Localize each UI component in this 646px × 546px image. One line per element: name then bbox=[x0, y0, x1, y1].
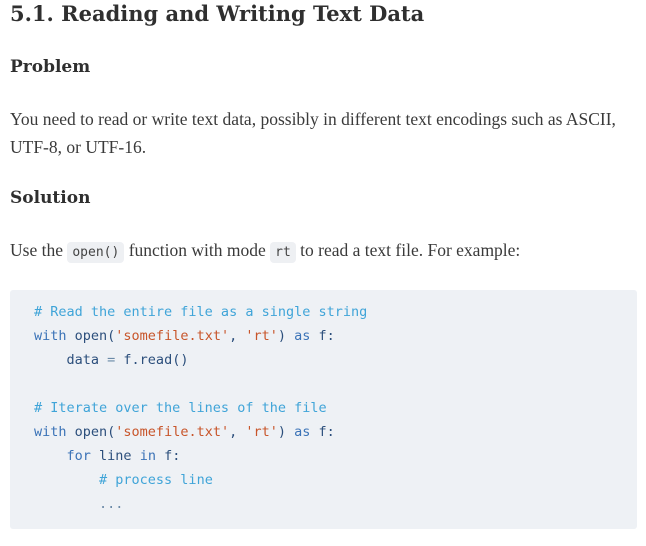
problem-heading: Problem bbox=[10, 57, 91, 77]
inline-code-open: open() bbox=[67, 242, 125, 263]
code-line: # Read the entire file as a single strin… bbox=[34, 300, 637, 324]
code-text: open( bbox=[66, 424, 116, 440]
code-text: f: bbox=[310, 328, 335, 344]
code-text: ) bbox=[277, 424, 295, 440]
problem-paragraph: You need to read or write text data, pos… bbox=[10, 109, 616, 157]
inline-code-mode: rt bbox=[270, 242, 296, 263]
code-keyword: as bbox=[294, 424, 311, 440]
code-text: f: bbox=[310, 424, 335, 440]
code-string: 'rt' bbox=[245, 328, 278, 344]
code-comment: # process line bbox=[99, 472, 213, 488]
code-line: # process line bbox=[34, 468, 637, 492]
code-keyword: with bbox=[34, 328, 67, 344]
code-line: with open('somefile.txt', 'rt') as f: bbox=[34, 420, 637, 444]
code-line: for line in f: bbox=[34, 444, 637, 468]
code-ellipsis: ... bbox=[99, 496, 124, 512]
page-title: 5.1. Reading and Writing Text Data bbox=[10, 1, 425, 26]
code-text: data bbox=[66, 352, 108, 368]
solution-paragraph: Use the open() function with mode rt to … bbox=[10, 236, 630, 267]
solution-text-after: to read a text file. For example: bbox=[295, 240, 521, 260]
code-comment: # Iterate over the lines of the file bbox=[34, 400, 327, 416]
code-text: line bbox=[90, 448, 140, 464]
code-text: f: bbox=[155, 448, 181, 464]
code-string: 'somefile.txt' bbox=[115, 424, 230, 440]
solution-heading: Solution bbox=[10, 188, 91, 208]
code-string: 'rt' bbox=[245, 424, 278, 440]
solution-text-middle: function with mode bbox=[124, 240, 271, 260]
code-keyword: with bbox=[34, 424, 67, 440]
solution-text-before: Use the bbox=[10, 240, 68, 260]
code-text: open( bbox=[66, 328, 116, 344]
code-string: 'somefile.txt' bbox=[115, 328, 230, 344]
code-line: # Iterate over the lines of the file bbox=[34, 396, 637, 420]
code-line: with open('somefile.txt', 'rt') as f: bbox=[34, 324, 637, 348]
code-keyword: in bbox=[139, 448, 156, 464]
code-line: data = f.read() bbox=[34, 348, 637, 372]
code-keyword: for bbox=[66, 448, 91, 464]
code-text: f.read() bbox=[115, 352, 189, 368]
code-comment: # Read the entire file as a single strin… bbox=[34, 304, 368, 320]
code-text: ) bbox=[277, 328, 295, 344]
code-block: # Read the entire file as a single strin… bbox=[10, 290, 637, 529]
code-keyword: as bbox=[294, 328, 311, 344]
code-line: ... bbox=[34, 492, 637, 516]
code-text: , bbox=[229, 424, 246, 440]
code-text: , bbox=[229, 328, 246, 344]
